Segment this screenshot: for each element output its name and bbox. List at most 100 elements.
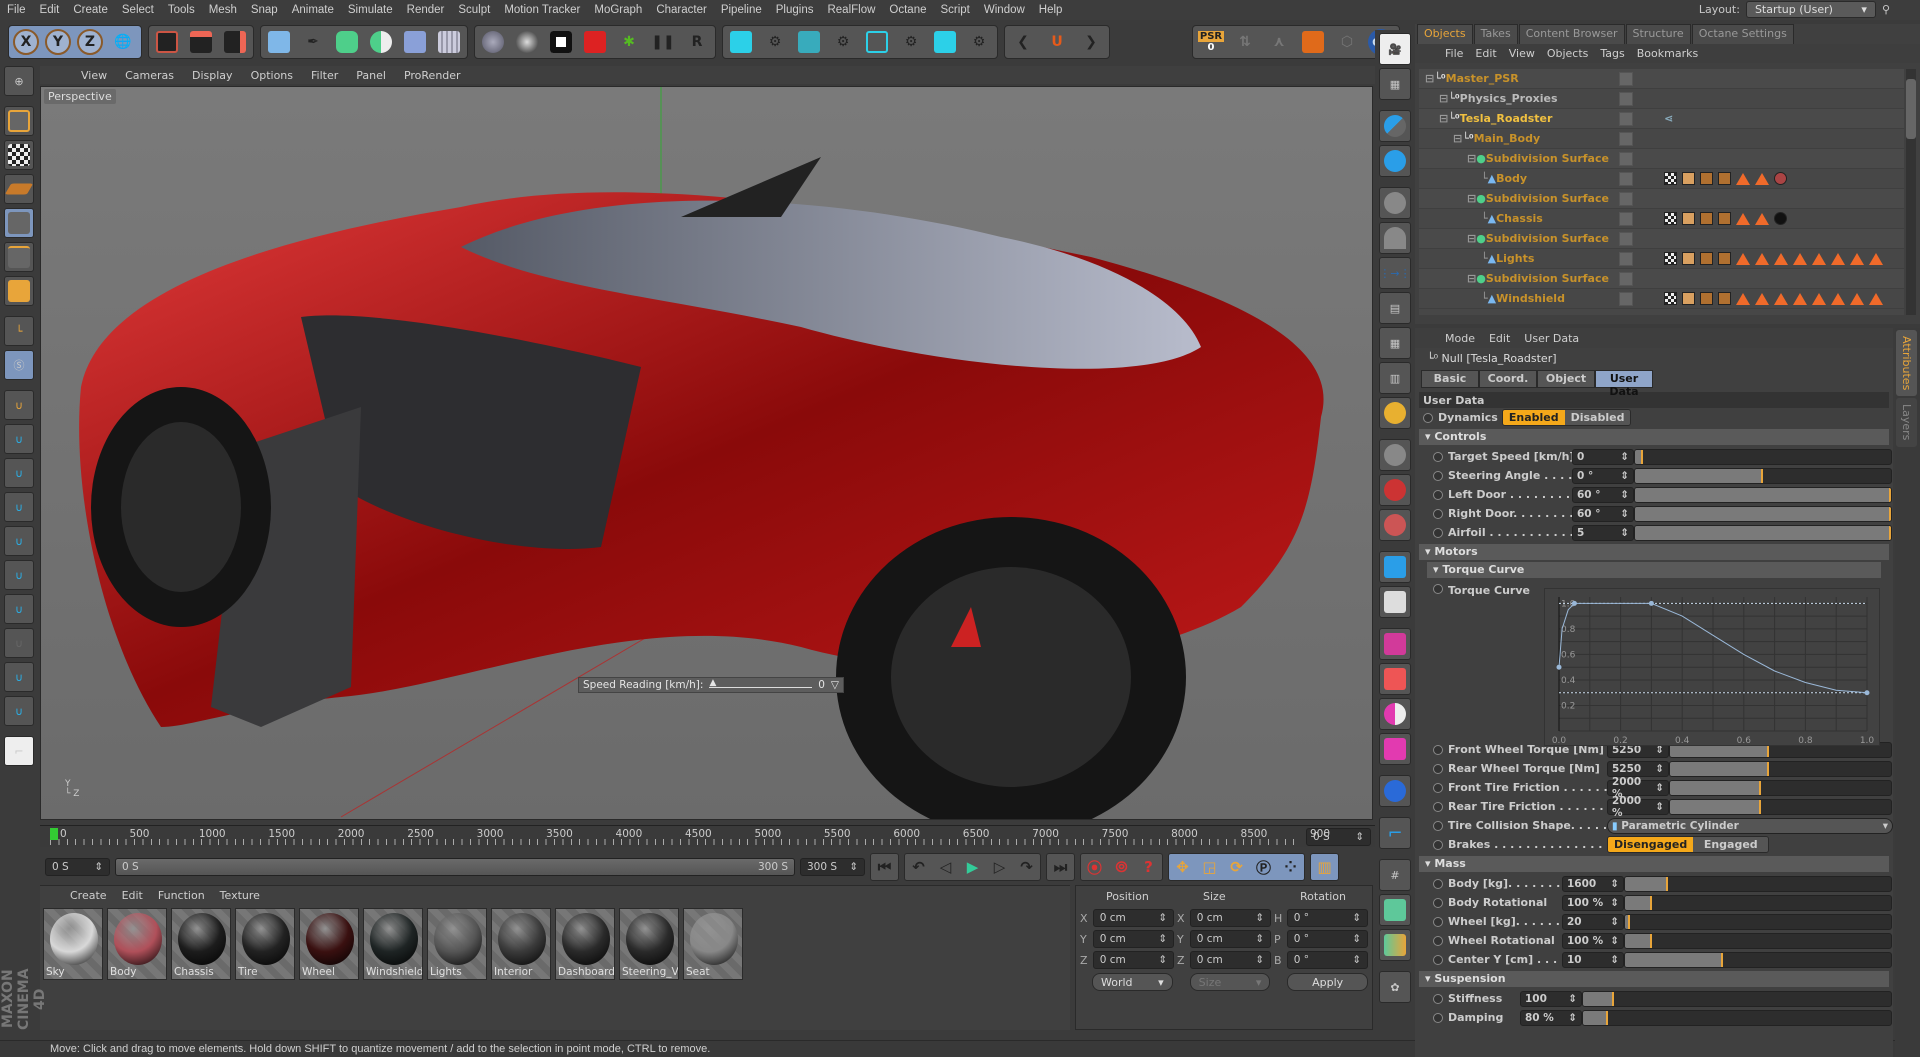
curve-point[interactable] xyxy=(1556,664,1562,670)
menu-edit[interactable]: Edit xyxy=(33,4,67,16)
octane-material-icon[interactable] xyxy=(510,27,544,57)
animate-icon[interactable] xyxy=(1433,897,1443,908)
menu-file[interactable]: File xyxy=(0,4,33,16)
param-value-field[interactable]: 100 % ⇕ xyxy=(1562,894,1624,911)
snap-edge-icon[interactable]: ∪ xyxy=(4,662,34,692)
mass-group[interactable]: ▾ Mass xyxy=(1419,856,1889,872)
pink-box-icon[interactable] xyxy=(1379,628,1411,660)
octane-camera-icon[interactable] xyxy=(578,27,612,57)
selection-tag-icon[interactable] xyxy=(1812,252,1826,265)
tire-shape-dropdown[interactable]: ▮ Parametric Cylinder ▾ xyxy=(1606,817,1893,834)
instance-2-icon[interactable] xyxy=(792,27,826,57)
animate-icon[interactable] xyxy=(1433,451,1443,462)
om-menu-tags[interactable]: Tags xyxy=(1600,47,1624,60)
material-swatch[interactable]: Lights xyxy=(427,908,487,980)
make-editable-icon[interactable]: ⊕ xyxy=(4,66,34,96)
layout-selector[interactable]: Layout: Startup (User) ▾ ⚲ xyxy=(1699,1,1890,18)
expand-icon[interactable]: ⊟ xyxy=(1439,112,1448,125)
param-slider[interactable] xyxy=(1669,760,1892,777)
z-axis-lock-button[interactable]: Z xyxy=(77,29,103,55)
om-menu-bookmarks[interactable]: Bookmarks xyxy=(1637,47,1698,60)
rotation-field[interactable]: 0 ° ⇕ xyxy=(1286,909,1368,927)
snap-enable-icon[interactable]: Ⓢ xyxy=(4,350,34,380)
selection-tag-icon[interactable] xyxy=(1755,252,1769,265)
param-value-field[interactable]: 60 ° ⇕ xyxy=(1572,505,1634,522)
expand-icon[interactable]: ⊟ xyxy=(1467,232,1476,245)
attr-tab-basic[interactable]: Basic xyxy=(1421,370,1479,388)
material-menu-create[interactable]: Create xyxy=(70,889,107,902)
menu-window[interactable]: Window xyxy=(977,4,1032,16)
param-value-field[interactable]: 10 ⇕ xyxy=(1562,951,1624,968)
material-swatch[interactable]: Seat xyxy=(683,908,743,980)
pink-sphere-icon[interactable] xyxy=(1379,698,1411,730)
animate-icon[interactable] xyxy=(1433,763,1443,774)
layer-icon[interactable] xyxy=(1619,231,1633,246)
grid-color-icon[interactable] xyxy=(1379,929,1411,961)
viewport-3d[interactable]: Perspective Speed Reading [km/h]: ▲ 0 ▽ … xyxy=(40,86,1373,820)
param-value-field[interactable]: 20 ⇕ xyxy=(1562,913,1624,930)
menu-mesh[interactable]: Mesh xyxy=(202,4,244,16)
animate-icon[interactable] xyxy=(1433,527,1443,538)
object-row[interactable]: └ ▲ Lights xyxy=(1419,249,1904,269)
floor-icon[interactable] xyxy=(432,27,466,57)
param-value-field[interactable]: 80 % ⇕ xyxy=(1520,1009,1582,1026)
param-value-field[interactable]: 0 ° ⇕ xyxy=(1572,467,1634,484)
selection-tag-icon[interactable] xyxy=(1831,252,1845,265)
brakes-toggle[interactable]: Disengaged Engaged xyxy=(1607,836,1770,853)
viewport-menu-prorender[interactable]: ProRender xyxy=(395,69,470,82)
sel-tag-icon[interactable] xyxy=(1700,212,1713,225)
layer-icon[interactable] xyxy=(1619,151,1633,166)
attr-tab-coord-[interactable]: Coord. xyxy=(1479,370,1537,388)
menu-simulate[interactable]: Simulate xyxy=(341,4,400,16)
viewport-menu-cameras[interactable]: Cameras xyxy=(116,69,183,82)
animate-icon[interactable] xyxy=(1433,839,1443,850)
material-swatch[interactable]: Windshield xyxy=(363,908,423,980)
attr-menu-user-data[interactable]: User Data xyxy=(1524,332,1579,345)
selection-tag-icon[interactable] xyxy=(1755,212,1769,225)
object-row[interactable]: ⊟ ● Subdivision Surface xyxy=(1419,269,1904,289)
cube-icon[interactable] xyxy=(262,27,296,57)
go-to-end-button[interactable]: ⏭ xyxy=(1046,853,1075,881)
param-value-field[interactable]: 100 % ⇕ xyxy=(1562,932,1624,949)
material-swatch[interactable]: Wheel xyxy=(299,908,359,980)
subdivision-surface-icon[interactable] xyxy=(330,27,364,57)
grid-extrude-icon[interactable]: ▥ xyxy=(1379,362,1411,394)
selection-tag-icon[interactable] xyxy=(1736,292,1750,305)
y-axis-lock-button[interactable]: Y xyxy=(45,29,71,55)
chevron-left-icon[interactable]: ❮ xyxy=(1006,27,1040,57)
menu-plugins[interactable]: Plugins xyxy=(769,4,821,16)
move-key-icon[interactable]: ✥ xyxy=(1169,858,1196,876)
joint-icon[interactable]: ⋏ xyxy=(1262,27,1296,57)
animate-icon[interactable] xyxy=(1433,935,1443,946)
keyframe-selection-button[interactable]: ? xyxy=(1135,858,1162,876)
align-icon[interactable]: ⇅ xyxy=(1228,27,1262,57)
tab-octane-settings[interactable]: Octane Settings xyxy=(1691,24,1794,44)
animate-icon[interactable] xyxy=(1433,954,1443,965)
brakes-disengaged[interactable]: Disengaged xyxy=(1608,837,1694,852)
expand-icon[interactable]: └ xyxy=(1481,212,1488,225)
octane-sphere-icon[interactable] xyxy=(476,27,510,57)
object-name[interactable]: Chassis xyxy=(1496,212,1543,225)
axis-mode-icon[interactable]: └ xyxy=(4,316,34,346)
menu-tools[interactable]: Tools xyxy=(161,4,202,16)
pipe-icon[interactable]: ⌐ xyxy=(1379,817,1411,849)
param-value-field[interactable]: 0 ⇕ xyxy=(1572,448,1634,465)
object-row[interactable]: └ ▲ Windshield xyxy=(1419,289,1904,309)
animate-icon[interactable] xyxy=(1433,993,1443,1004)
animate-icon[interactable] xyxy=(1433,1012,1443,1023)
selection-tag-icon[interactable] xyxy=(1869,292,1883,305)
material-swatch[interactable]: Interior xyxy=(491,908,551,980)
layer-icon[interactable] xyxy=(1619,91,1633,106)
param-slider[interactable] xyxy=(1669,779,1892,796)
octane-light-icon[interactable] xyxy=(544,27,578,57)
param-slider[interactable] xyxy=(1634,448,1892,465)
edge-mode-icon[interactable] xyxy=(4,242,34,272)
gear-icon[interactable]: ⚙ xyxy=(894,27,928,57)
uvw-tag-icon[interactable] xyxy=(1664,252,1677,265)
om-menu-file[interactable]: File xyxy=(1445,47,1463,60)
psr-button[interactable]: PSR 0 xyxy=(1194,27,1228,57)
viewport-menu-display[interactable]: Display xyxy=(183,69,242,82)
uvw-tag-icon[interactable] xyxy=(1664,212,1677,225)
animate-icon[interactable] xyxy=(1433,489,1443,500)
animate-icon[interactable] xyxy=(1433,508,1443,519)
